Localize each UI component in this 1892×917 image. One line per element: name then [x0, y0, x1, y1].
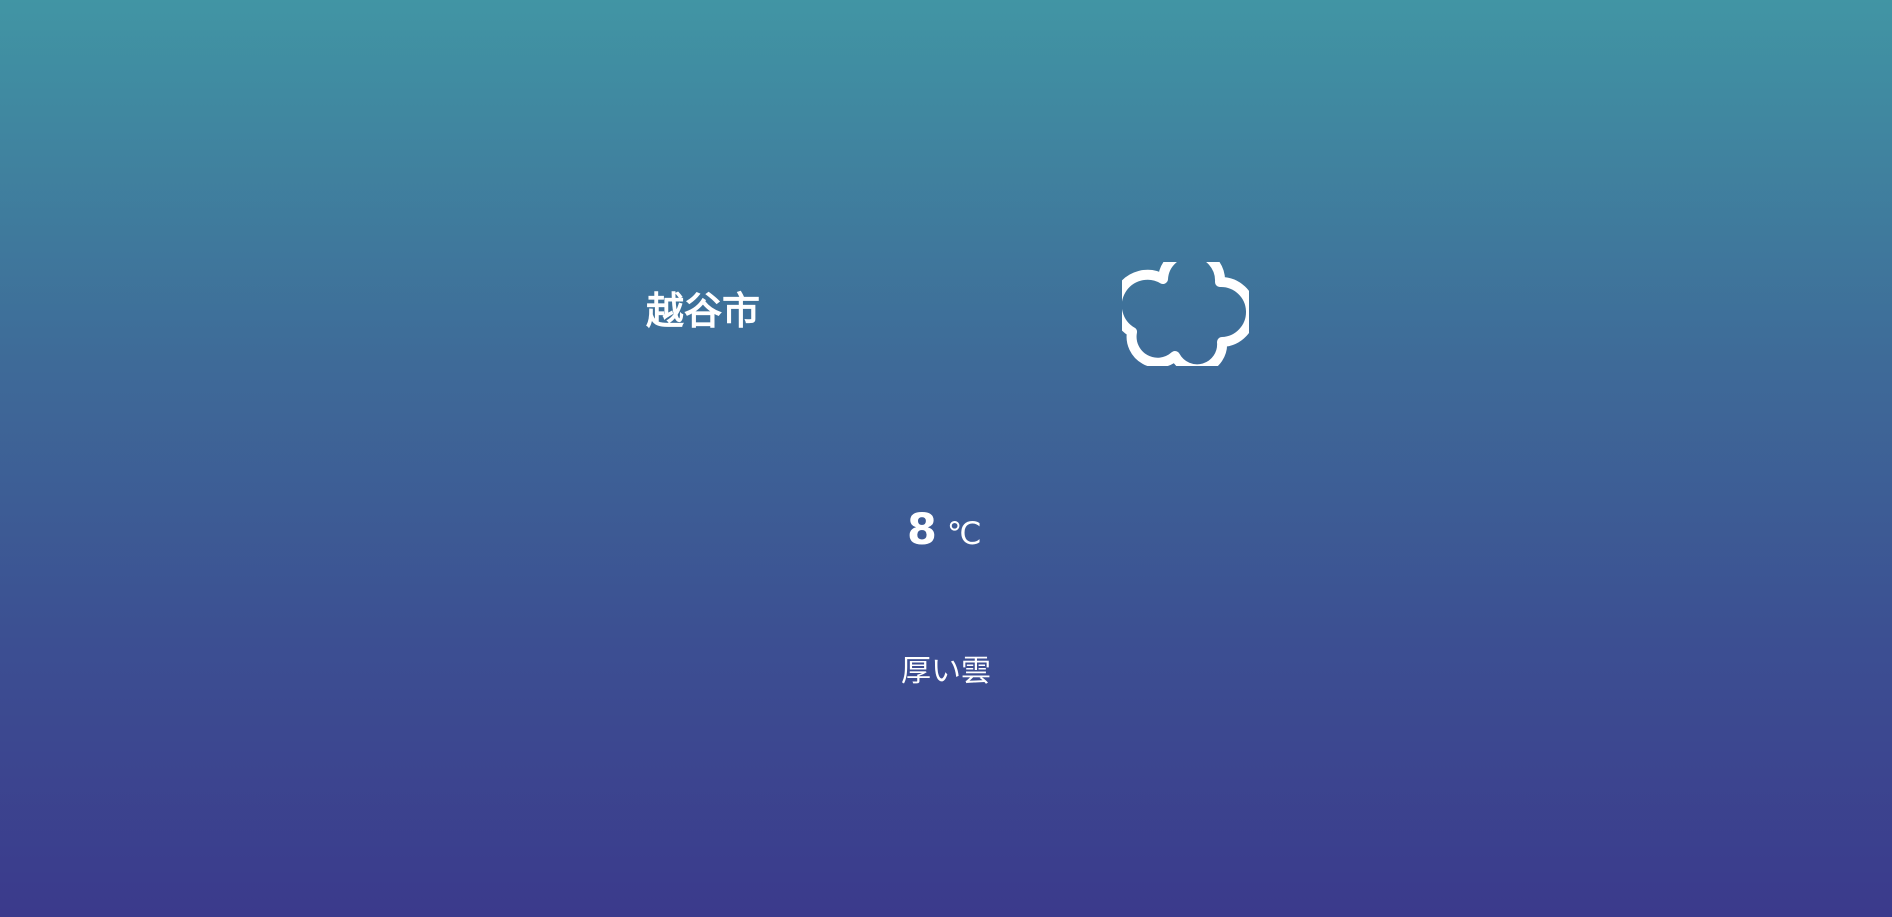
- city-name: 越谷市: [646, 289, 761, 333]
- weather-description-row: 厚い雲: [0, 650, 1892, 694]
- temperature-value: 8: [907, 505, 937, 555]
- cloud-icon: [1111, 246, 1256, 375]
- weather-card: 越谷市 8 ℃ 厚い雲: [0, 0, 1892, 917]
- temperature-display: 8 ℃: [907, 502, 982, 567]
- weather-description: 厚い雲: [901, 654, 991, 689]
- temperature-unit: ℃: [946, 516, 982, 552]
